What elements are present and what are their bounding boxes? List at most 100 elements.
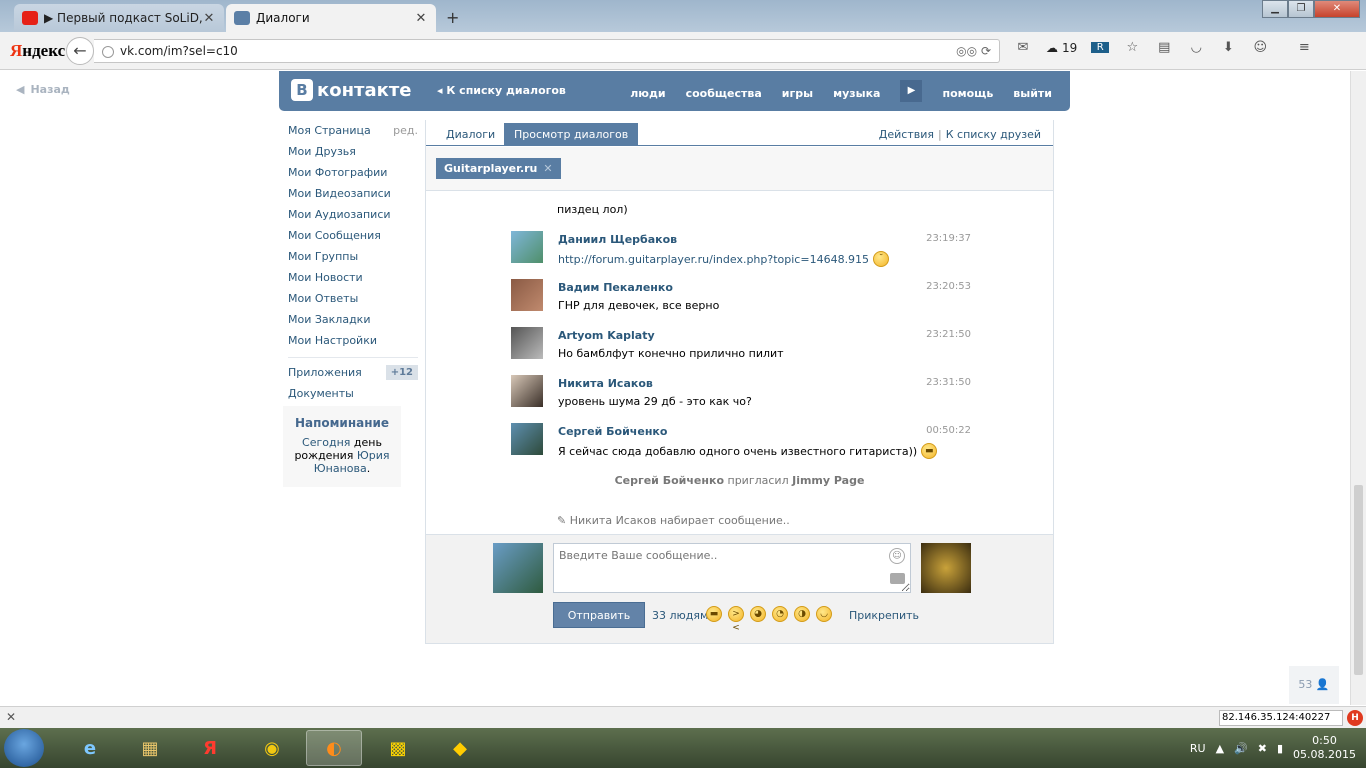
edit-link[interactable]: ред. [393, 124, 418, 137]
close-icon[interactable]: ✕ [543, 162, 552, 175]
game-taskbar-icon[interactable]: ◆ [432, 730, 488, 766]
message-link[interactable]: http://forum.guitarplayer.ru/index.php?t… [558, 253, 869, 266]
sidebar-item-news[interactable]: Мои Новости [288, 267, 418, 288]
friends-list-link[interactable]: К списку друзей [946, 128, 1041, 141]
camera-icon[interactable] [890, 573, 905, 584]
reader-icon[interactable]: ◎◎ [956, 44, 977, 58]
volume-icon[interactable]: 🔊 [1234, 742, 1248, 755]
message-author[interactable]: Сергей Бойченко [558, 425, 667, 438]
weather-widget[interactable]: ☁ 19 [1046, 41, 1077, 55]
explorer-taskbar-icon[interactable]: ▦ [122, 730, 178, 766]
peer-chip[interactable]: Guitarplayer.ru ✕ [436, 158, 561, 179]
message-time[interactable]: 00:50:22 [926, 425, 971, 436]
nav-music[interactable]: музыка [833, 87, 880, 100]
close-tab-icon[interactable]: ✕ [414, 11, 428, 26]
vk-logo[interactable]: Вконтакте [291, 79, 411, 101]
menu-icon[interactable]: ≡ [1295, 40, 1313, 55]
message-time[interactable]: 23:19:37 [926, 233, 971, 244]
recipients-count[interactable]: 33 людям [652, 609, 708, 622]
yandex-logo[interactable]: Яндекс [10, 41, 65, 61]
my-avatar[interactable] [493, 543, 543, 593]
inviter-link[interactable]: Сергей Бойченко [615, 474, 724, 487]
avatar[interactable] [511, 327, 543, 359]
back-to-dialogs-link[interactable]: ◂ К списку диалогов [437, 84, 566, 97]
tab-dialogs[interactable]: Диалоги [436, 123, 505, 146]
chrome-taskbar-icon[interactable]: ◉ [244, 730, 300, 766]
message-time[interactable]: 23:20:53 [926, 281, 971, 292]
laughing-smiley-icon[interactable]: >< [728, 606, 744, 633]
message-author[interactable]: Никита Исаков [558, 377, 653, 390]
scroll-thumb[interactable] [1354, 485, 1363, 675]
close-tab-icon[interactable]: ✕ [202, 11, 216, 26]
firefox-taskbar-icon[interactable]: ◐ [306, 730, 362, 766]
browser-back-button[interactable]: ← [66, 37, 94, 65]
page-scrollbar[interactable] [1350, 71, 1366, 705]
actions-link[interactable]: Действия [879, 128, 934, 141]
emoji-icon[interactable]: ☺ [889, 548, 905, 564]
clipboard-icon[interactable]: ▤ [1155, 40, 1173, 55]
sidebar-item-my-page[interactable]: Моя Страница ред. [288, 120, 418, 141]
avatar[interactable] [511, 375, 543, 407]
avatar[interactable] [511, 231, 543, 263]
sidebar-item-bookmarks[interactable]: Мои Закладки [288, 309, 418, 330]
message-author[interactable]: Даниил Щербаков [558, 233, 677, 246]
invitee-link[interactable]: Jimmy Page [792, 474, 864, 487]
close-window-icon[interactable]: ✕ [1314, 0, 1360, 18]
tray-expand-icon[interactable]: ▲ [1216, 742, 1224, 755]
nav-help[interactable]: помощь [942, 87, 993, 100]
star-icon[interactable]: ☆ [1123, 40, 1141, 55]
message-input[interactable] [553, 543, 911, 593]
download-icon[interactable]: ⬇ [1219, 40, 1237, 55]
minimize-icon[interactable]: ▁ [1262, 0, 1288, 18]
tab-view-dialogs[interactable]: Просмотр диалогов [504, 123, 639, 146]
h-badge-icon[interactable]: H [1347, 710, 1363, 726]
rolling-eyes-smiley-icon[interactable]: ◔ [772, 606, 788, 622]
sidebar-item-messages[interactable]: Мои Сообщения [288, 225, 418, 246]
new-tab-button[interactable]: + [446, 8, 459, 27]
sidebar-item-photos[interactable]: Мои Фотографии [288, 162, 418, 183]
rubiks-taskbar-icon[interactable]: ▩ [370, 730, 426, 766]
nav-logout[interactable]: выйти [1013, 87, 1052, 100]
mail-icon[interactable]: ✉ [1014, 40, 1032, 55]
signal-icon[interactable]: ▮ [1277, 742, 1283, 755]
sidebar-item-groups[interactable]: Мои Группы [288, 246, 418, 267]
smiley-icon[interactable]: ☺ [1251, 40, 1269, 55]
today-link[interactable]: Сегодня [302, 436, 350, 449]
online-friends-widget[interactable]: 53 👤 [1289, 666, 1339, 704]
sidebar-item-documents[interactable]: Документы [288, 383, 418, 404]
attach-link[interactable]: Прикрепить [849, 609, 919, 622]
play-icon[interactable]: ▶ [900, 80, 923, 102]
back-link[interactable]: ◀ Назад [16, 83, 70, 96]
maximize-icon[interactable]: ❐ [1288, 0, 1314, 18]
sidebar-item-friends[interactable]: Мои Друзья [288, 141, 418, 162]
start-button[interactable] [4, 729, 44, 767]
pocket-icon[interactable]: ◡ [1187, 40, 1205, 55]
sidebar-item-audio[interactable]: Мои Аудиозаписи [288, 204, 418, 225]
close-icon[interactable]: ✕ [6, 710, 16, 724]
message-time[interactable]: 23:21:50 [926, 329, 971, 340]
clock[interactable]: 0:50 05.08.2015 [1293, 734, 1356, 762]
yandex-taskbar-icon[interactable]: Я [182, 730, 238, 766]
message-author[interactable]: Artyom Kaplaty [558, 329, 655, 342]
confused-smiley-icon[interactable]: ◑ [794, 606, 810, 622]
browser-tab-dialogs[interactable]: Диалоги ✕ [226, 4, 436, 32]
extension-icon[interactable]: R [1091, 42, 1110, 53]
url-input[interactable]: vk.com/im?sel=c10 ◎◎ ⟳ [94, 39, 1000, 63]
sidebar-item-answers[interactable]: Мои Ответы [288, 288, 418, 309]
reload-icon[interactable]: ⟳ [981, 44, 991, 58]
browser-tab-youtube[interactable]: ▶ Первый подкаст SoLiD, ... ✕ [14, 4, 224, 32]
sidebar-item-settings[interactable]: Мои Настройки [288, 330, 418, 351]
language-indicator[interactable]: RU [1190, 742, 1206, 755]
message-time[interactable]: 23:31:50 [926, 377, 971, 388]
avatar[interactable] [511, 423, 543, 455]
peer-avatar[interactable] [921, 543, 971, 593]
sunglasses-smiley-icon[interactable]: ▬ [706, 606, 722, 622]
send-button[interactable]: Отправить [553, 602, 645, 628]
sidebar-item-videos[interactable]: Мои Видеозаписи [288, 183, 418, 204]
sidebar-item-apps[interactable]: Приложения +12 [288, 362, 418, 383]
blush-smiley-icon[interactable]: ◡ [816, 606, 832, 622]
wink-smiley-icon[interactable]: ◕ [750, 606, 766, 622]
network-icon[interactable]: ✖ [1258, 742, 1267, 755]
ie-taskbar-icon[interactable]: e [62, 730, 118, 766]
avatar[interactable] [511, 279, 543, 311]
